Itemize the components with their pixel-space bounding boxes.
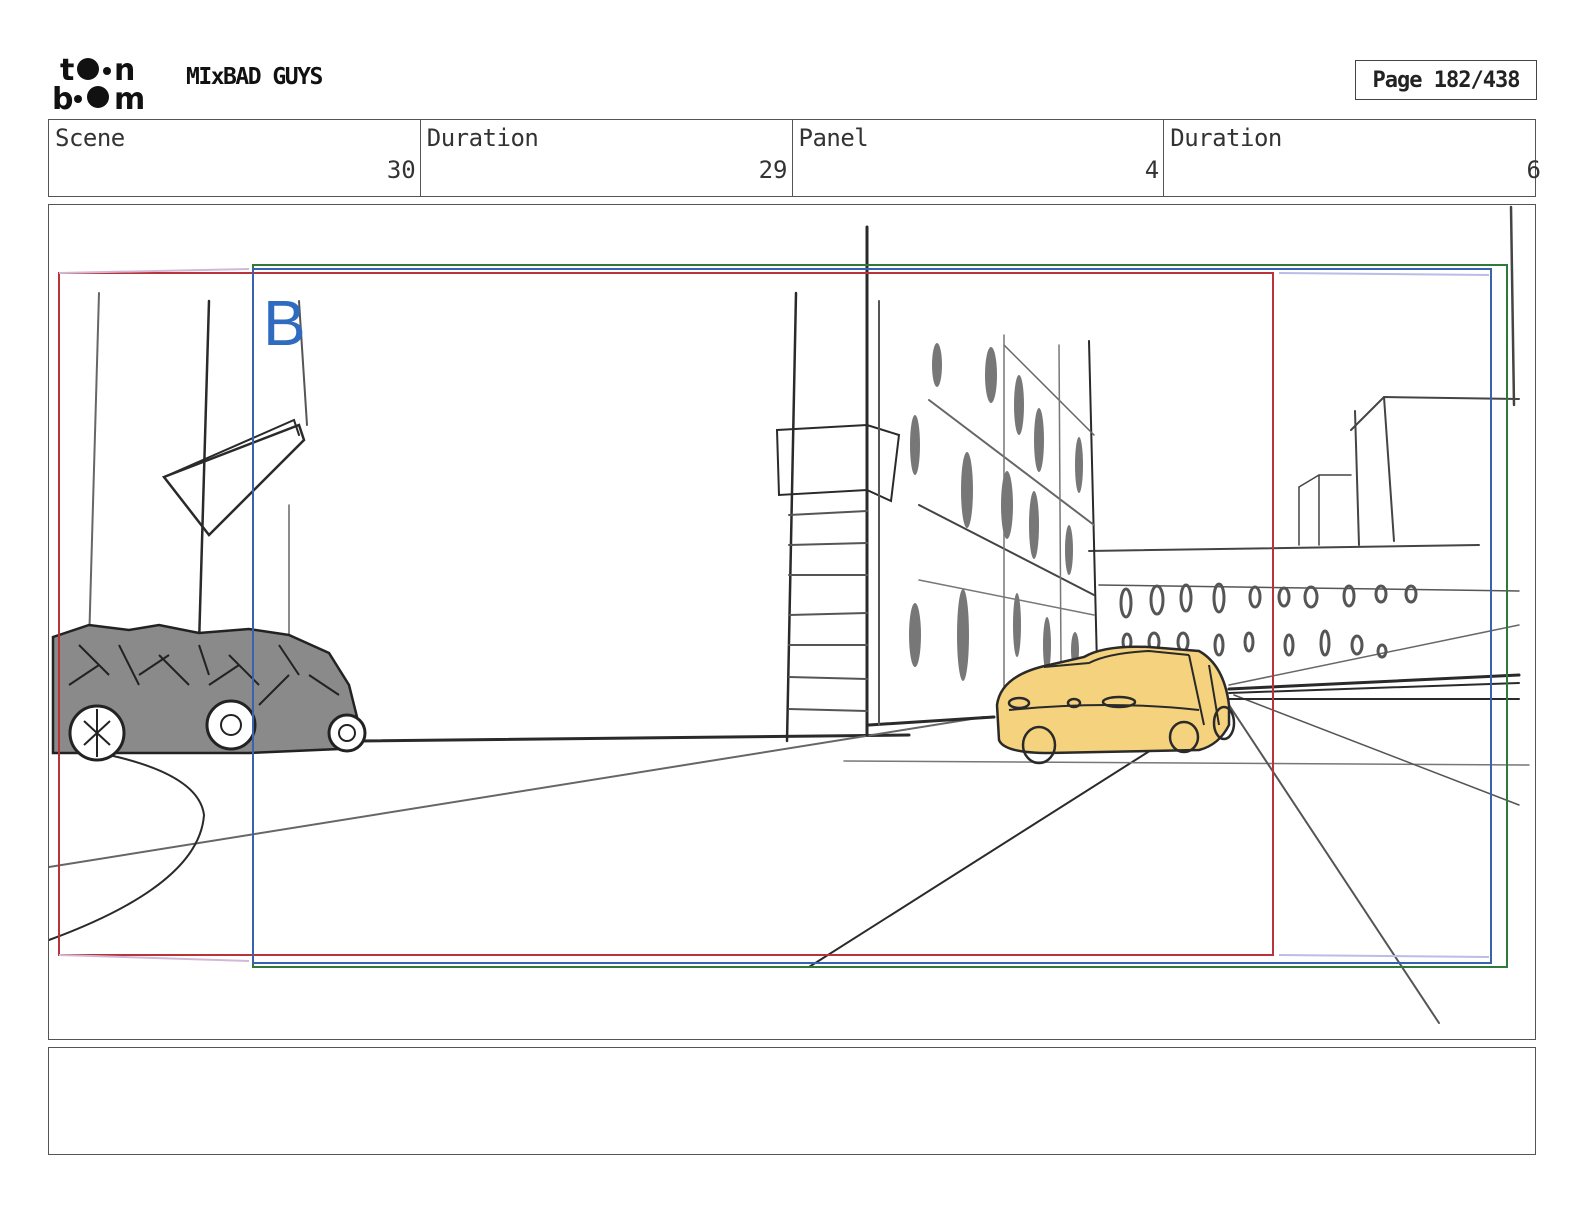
storyboard-panel: B bbox=[48, 204, 1536, 1040]
panel-duration-cell: Duration 6 bbox=[1164, 120, 1541, 196]
panel-notes[interactable] bbox=[48, 1047, 1536, 1155]
storyboard-sketch: B bbox=[49, 205, 1530, 1024]
yellow-car-sketch bbox=[995, 645, 1236, 765]
toon-boom-logo: t n b m bbox=[52, 53, 145, 112]
scene-duration-cell: Duration 29 bbox=[421, 120, 793, 196]
panel-cell: Panel 4 bbox=[793, 120, 1165, 196]
project-title: MIxBAD GUYS bbox=[186, 64, 323, 90]
scene-duration-value: 29 bbox=[758, 156, 788, 184]
motorcycles-sketch bbox=[51, 623, 367, 762]
panel-duration-label: Duration bbox=[1170, 124, 1282, 152]
svg-text:m: m bbox=[114, 82, 145, 112]
scene-value: 30 bbox=[386, 156, 416, 184]
blue-camera-frame bbox=[252, 268, 1492, 964]
panel-info-row: Scene 30 Duration 29 Panel 4 Duration 6 bbox=[48, 119, 1541, 197]
page-indicator: Page 182/438 bbox=[1355, 60, 1537, 100]
scene-label: Scene bbox=[55, 124, 125, 152]
scene-cell: Scene 30 bbox=[49, 120, 421, 196]
panel-duration-value: 6 bbox=[1526, 156, 1541, 184]
scene-duration-label: Duration bbox=[426, 124, 539, 152]
panel-label: Panel bbox=[798, 124, 869, 152]
layer-letter: B bbox=[263, 287, 306, 359]
svg-text:b: b bbox=[52, 82, 73, 112]
panel-value: 4 bbox=[1144, 156, 1160, 184]
